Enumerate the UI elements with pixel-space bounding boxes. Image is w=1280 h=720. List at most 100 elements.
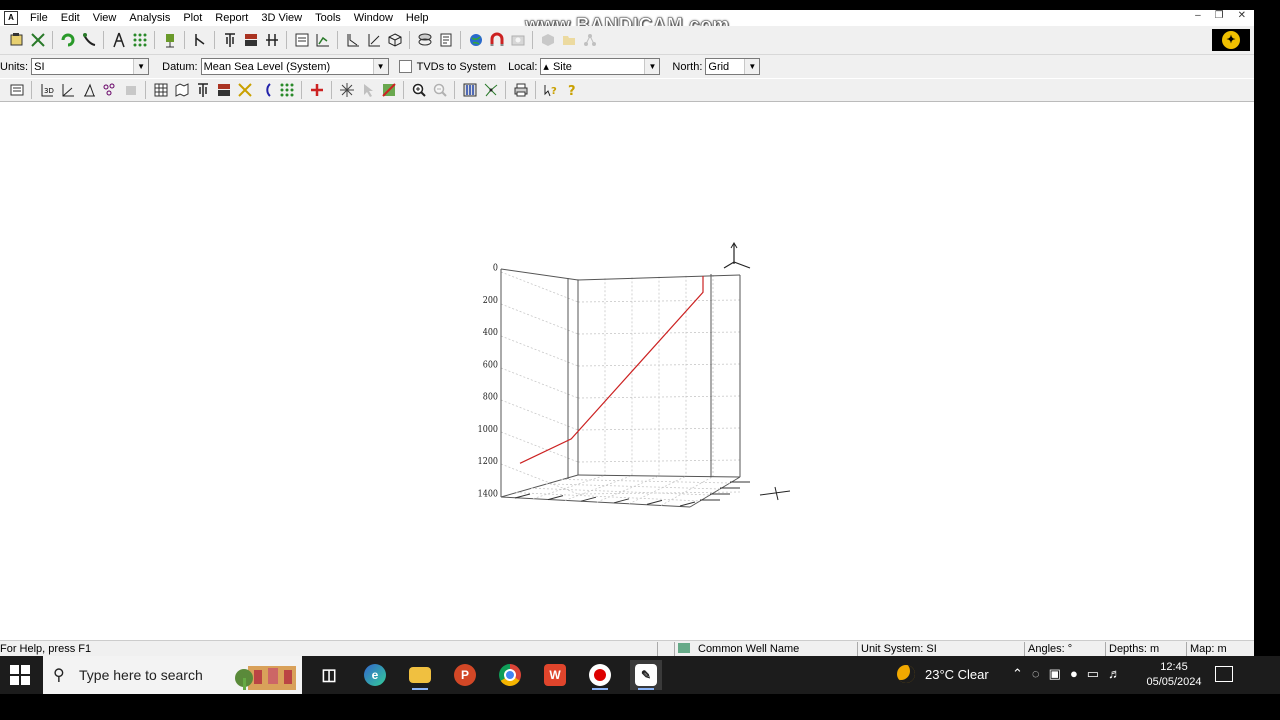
refresh-icon[interactable] (59, 31, 77, 49)
target-icon[interactable] (161, 31, 179, 49)
menu-edit[interactable]: Edit (55, 12, 87, 24)
section-icon[interactable] (191, 31, 209, 49)
file-explorer-icon[interactable] (404, 660, 436, 690)
menu-file[interactable]: File (24, 12, 55, 24)
3d-plot-icon[interactable]: 3D (38, 81, 56, 99)
minimize-icon[interactable]: – (1195, 10, 1201, 21)
points-grid-icon[interactable] (278, 81, 296, 99)
menu-report[interactable]: Report (209, 12, 255, 24)
chevron-down-icon[interactable]: ▼ (133, 59, 149, 74)
rotate-icon[interactable] (338, 81, 356, 99)
split-icon[interactable] (263, 31, 281, 49)
network-icon[interactable]: ◌ (1032, 666, 1040, 682)
casing-strings-icon[interactable] (194, 81, 212, 99)
folder-icon[interactable] (560, 31, 578, 49)
3d-plot-area[interactable]: 0 200 400 600 800 1000 1200 1400 (0, 102, 1254, 640)
report-icon[interactable] (293, 31, 311, 49)
app-icon[interactable]: A (4, 10, 18, 25)
edge-icon[interactable]: e (359, 660, 391, 690)
print-icon[interactable] (512, 81, 530, 99)
casing-icon[interactable] (221, 31, 239, 49)
menu-help[interactable]: Help (400, 12, 436, 24)
image-icon[interactable] (380, 81, 398, 99)
close-icon[interactable]: ✕ (1238, 10, 1246, 21)
map-icon[interactable] (173, 81, 191, 99)
plan-view-icon[interactable] (365, 31, 383, 49)
units-select[interactable]: SI ▼ (31, 58, 150, 75)
volume-icon[interactable]: ♬ (1108, 666, 1121, 682)
taskbar-clock[interactable]: 12:45 05/05/2024 (1140, 660, 1208, 690)
grid-line (500, 431, 579, 463)
tools-icon[interactable] (29, 31, 47, 49)
vertical-section-icon[interactable] (344, 31, 362, 49)
pointer-icon[interactable] (359, 81, 377, 99)
grid-dots-icon[interactable] (131, 31, 149, 49)
datum-select[interactable]: Mean Sea Level (System) ▼ (200, 58, 389, 75)
network-icon[interactable] (581, 31, 599, 49)
bandicam-icon[interactable] (584, 660, 616, 690)
north-select[interactable]: Grid ▼ (705, 58, 761, 75)
toolbar-separator (331, 81, 332, 99)
status-angles: Angles: ° (1024, 642, 1104, 656)
print-preview-icon[interactable] (8, 81, 26, 99)
zoom-out-icon[interactable] (431, 81, 449, 99)
axis-xy-icon[interactable] (59, 81, 77, 99)
menu-analysis[interactable]: Analysis (123, 12, 177, 24)
chevron-down-icon[interactable]: ▼ (644, 59, 660, 74)
chrome-icon[interactable] (494, 660, 526, 690)
floor-tick (646, 499, 663, 505)
help-icon[interactable]: ? (563, 81, 581, 99)
plot-icon[interactable] (314, 31, 332, 49)
depth-tick-label: 400 (483, 327, 498, 337)
3d-wellpath-chart[interactable]: 0 200 400 600 800 1000 1200 1400 (0, 102, 1254, 640)
add-point-icon[interactable] (308, 81, 326, 99)
rig-icon[interactable] (110, 31, 128, 49)
weather-widget[interactable]: 23°C Clear (897, 665, 989, 683)
camera-icon[interactable] (509, 31, 527, 49)
camera-icon[interactable]: ▣ (1049, 666, 1061, 682)
3d-view-icon[interactable] (386, 31, 404, 49)
survey-icon[interactable] (80, 31, 98, 49)
menu-window[interactable]: Window (348, 12, 400, 24)
targets-icon[interactable] (236, 81, 254, 99)
application-window: A File Edit View Analysis Plot Report 3D… (0, 10, 1254, 657)
axis-yz-icon[interactable] (80, 81, 98, 99)
open-well-icon[interactable] (8, 31, 26, 49)
menu-view[interactable]: View (87, 12, 124, 24)
cylinder-icon[interactable] (122, 81, 140, 99)
context-help-icon[interactable]: ? (542, 81, 560, 99)
menu-tools[interactable]: Tools (309, 12, 348, 24)
formation-icon[interactable] (242, 31, 260, 49)
restore-icon[interactable]: ❐ (1215, 10, 1224, 21)
menu-plot[interactable]: Plot (177, 12, 209, 24)
status-bar: For Help, press F1 Common Well Name Unit… (0, 640, 1254, 657)
powerpoint-icon[interactable]: P (449, 660, 481, 690)
document-icon[interactable] (437, 31, 455, 49)
active-app-icon[interactable]: ✎ (630, 660, 662, 690)
grid-icon[interactable] (152, 81, 170, 99)
scatter-icon[interactable] (101, 81, 119, 99)
tvd-to-system-checkbox[interactable] (398, 60, 412, 73)
chevron-up-icon[interactable]: ⌃ (1012, 666, 1023, 682)
microphone-icon[interactable]: ● (1070, 666, 1078, 682)
well-view-icon[interactable] (461, 81, 479, 99)
spider-icon[interactable] (482, 81, 500, 99)
arc-icon[interactable] (257, 81, 275, 99)
magnet-icon[interactable] (488, 31, 506, 49)
chevron-down-icon[interactable]: ▼ (372, 59, 388, 74)
chevron-down-icon[interactable]: ▼ (744, 59, 760, 74)
battery-icon[interactable]: ▭ (1087, 666, 1099, 682)
taskbar-search-box[interactable]: ⚲ Type here to search (43, 656, 302, 694)
globe-icon[interactable] (467, 31, 485, 49)
zoom-in-icon[interactable] (410, 81, 428, 99)
layers-icon[interactable] (416, 31, 434, 49)
menu-3d-view[interactable]: 3D View (255, 12, 309, 24)
cube-icon[interactable] (539, 31, 557, 49)
wps-icon[interactable]: W (539, 660, 571, 690)
windows-start-icon[interactable] (10, 665, 30, 685)
local-select[interactable]: ▴ Site ▼ (540, 58, 661, 75)
notifications-icon[interactable] (1215, 666, 1233, 682)
units-label: Units: (0, 60, 29, 73)
task-view-icon[interactable]: ◫ (313, 660, 345, 690)
formations-icon[interactable] (215, 81, 233, 99)
